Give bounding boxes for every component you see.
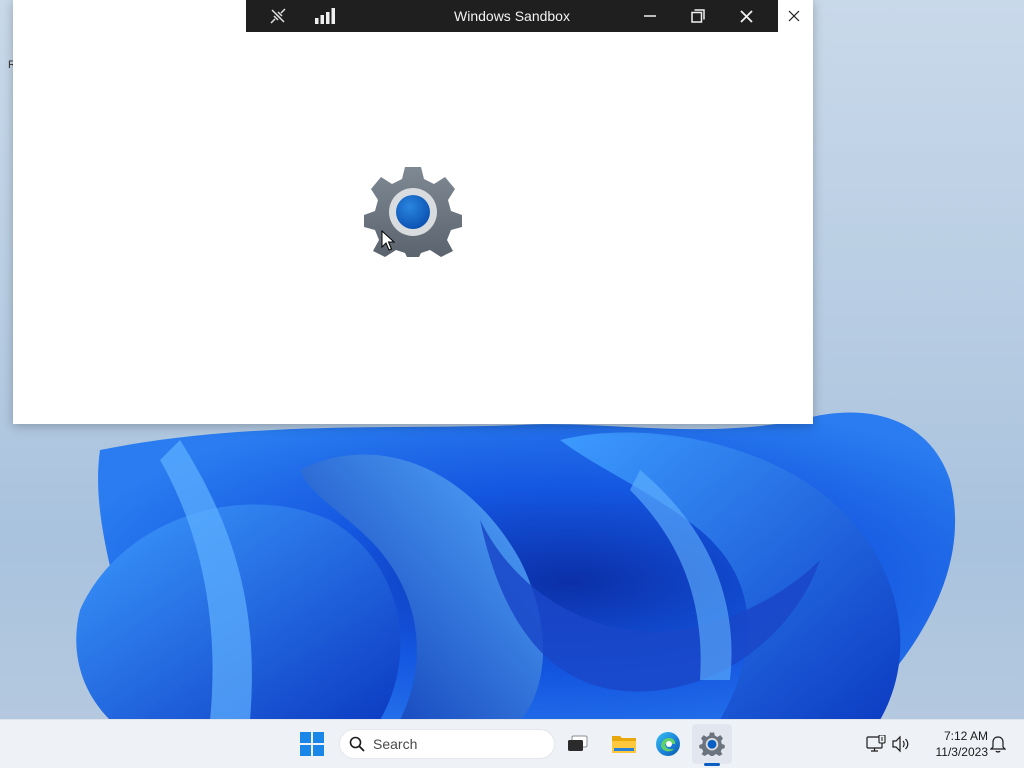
taskbar: Search 7:12 AM 11/3/2023: [0, 719, 1024, 768]
settings-gear-icon: [364, 167, 462, 257]
connection-quality-button[interactable]: [302, 0, 350, 32]
minimize-icon: [644, 15, 656, 17]
edge-icon: [656, 732, 680, 756]
network-icon: [866, 735, 886, 752]
sandbox-title: Windows Sandbox: [454, 8, 570, 24]
clock-date: 11/3/2023: [935, 745, 989, 759]
file-explorer-button[interactable]: [604, 724, 644, 764]
volume-tray-button[interactable]: [889, 732, 913, 756]
search-icon: [349, 736, 365, 752]
signal-bars-icon: [315, 8, 335, 24]
settings-splash-window[interactable]: [13, 0, 813, 424]
sandbox-close-button[interactable]: [722, 0, 770, 32]
edge-browser-button[interactable]: [648, 724, 688, 764]
active-app-indicator: [704, 763, 720, 766]
taskbar-search-box[interactable]: Search: [339, 729, 555, 759]
disconnect-button[interactable]: [254, 0, 302, 32]
close-icon: [739, 9, 753, 23]
task-view-button[interactable]: [558, 724, 598, 764]
settings-icon: [699, 732, 725, 756]
file-explorer-icon: [612, 736, 636, 753]
restore-button[interactable]: [674, 0, 722, 32]
sandbox-title-bar[interactable]: Windows Sandbox: [246, 0, 778, 32]
task-view-icon: [568, 735, 588, 751]
search-placeholder: Search: [373, 736, 418, 752]
close-icon: [788, 10, 800, 22]
taskbar-clock[interactable]: 7:12 AM 11/3/2023: [918, 728, 989, 760]
minimize-button[interactable]: [626, 0, 674, 32]
disconnect-icon: [270, 8, 286, 24]
settings-taskbar-button[interactable]: [692, 724, 732, 764]
clock-time: 7:12 AM: [943, 729, 988, 743]
mouse-pointer-icon: [381, 230, 395, 251]
windows-start-icon: [300, 732, 324, 756]
app-close-button[interactable]: [781, 4, 807, 28]
start-button[interactable]: [292, 724, 332, 764]
notification-bell-icon: [990, 736, 1006, 753]
network-tray-button[interactable]: [864, 732, 888, 756]
desktop: R Windows Sandbox Search 7:12 AM 11/3/20…: [0, 0, 1024, 768]
volume-icon: [892, 735, 909, 753]
notifications-button[interactable]: [986, 732, 1010, 756]
restore-icon: [691, 9, 705, 23]
